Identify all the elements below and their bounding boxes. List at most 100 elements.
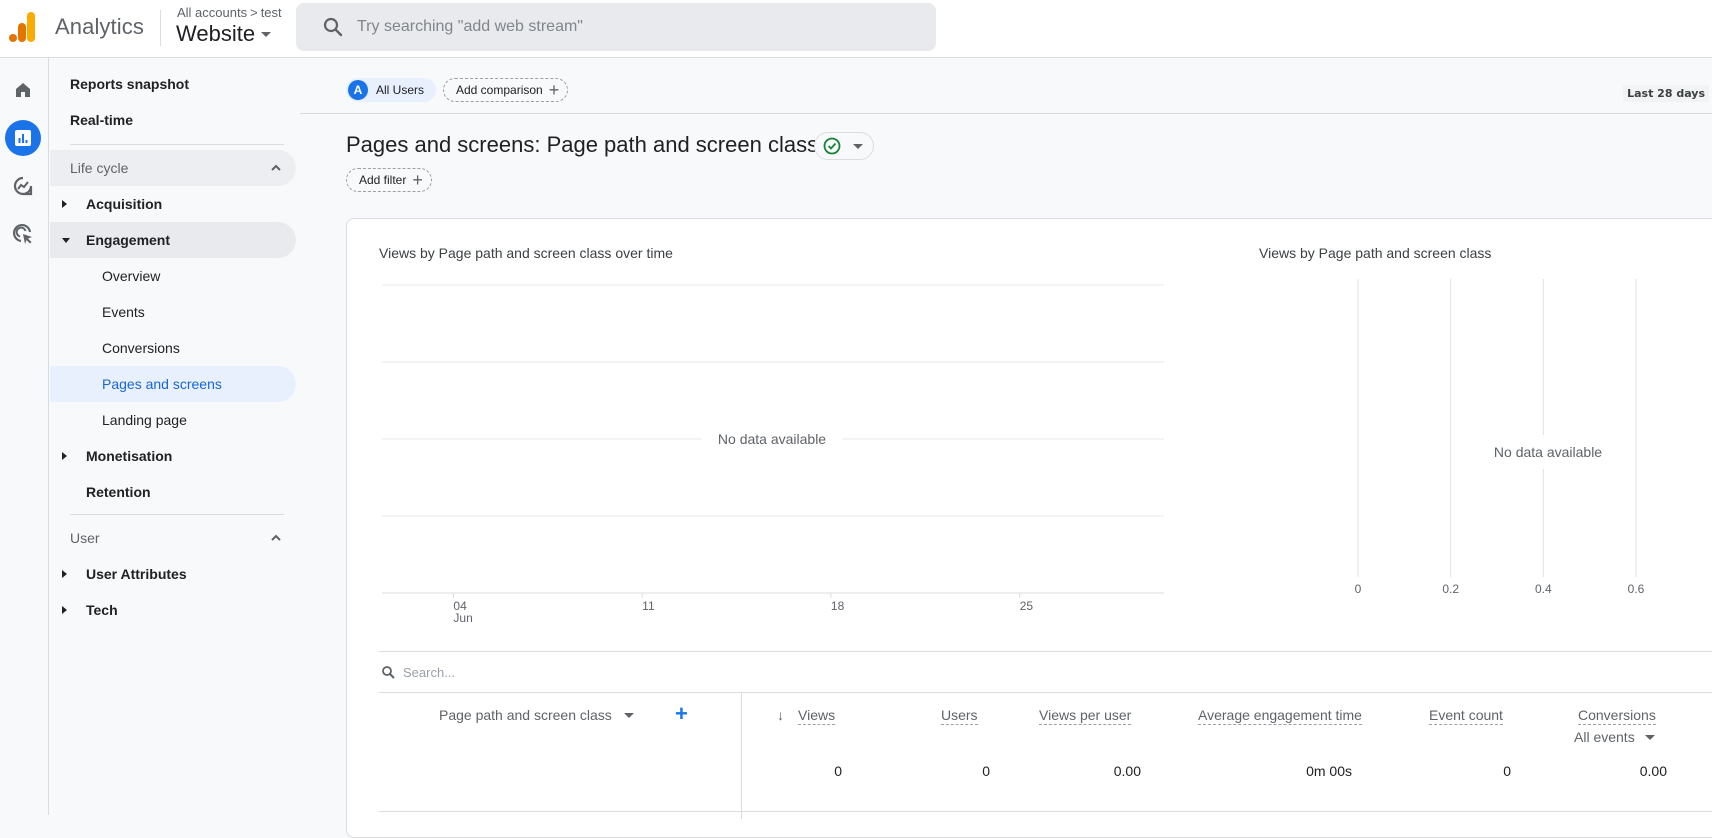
nav-label: Landing page [102, 412, 187, 428]
nav-label: Engagement [86, 232, 171, 248]
add-filter-button[interactable]: Add filter + [346, 168, 432, 192]
rail-reports[interactable] [5, 120, 41, 156]
line-chart-x-tick-label: 18 [831, 599, 845, 613]
nav-label: Monetisation [86, 448, 173, 464]
add-filter-label: Add filter [359, 173, 407, 187]
table-search[interactable] [379, 651, 1712, 693]
breadcrumb-account[interactable]: test [261, 5, 282, 20]
total-views-per-user: 0.00 [1113, 763, 1141, 779]
chevron-up-icon [271, 534, 281, 541]
nav-engagement-pages-and-screens[interactable]: Pages and screens [50, 366, 296, 402]
add-comparison-button[interactable]: Add comparison + [443, 78, 569, 102]
nav-section-label: User [70, 530, 100, 546]
nav-divider [70, 144, 284, 145]
property-selector[interactable]: Website [176, 21, 272, 47]
caret-down-icon [853, 143, 863, 149]
nav-label: Acquisition [86, 196, 163, 212]
nav-label: Real-time [70, 112, 134, 128]
caret-down-icon [261, 31, 272, 37]
line-chart-x-tick-sublabel: Jun [453, 611, 472, 625]
search-icon [323, 17, 343, 37]
conversions-event-selector[interactable]: All events [1574, 729, 1655, 745]
nav-section-lifecycle[interactable]: Life cycle [50, 150, 296, 186]
chevron-up-icon [271, 164, 281, 171]
dimension-column: Page path and screen class + [379, 693, 742, 819]
expand-arrow-icon [62, 570, 67, 578]
nav-engagement[interactable]: Engagement [50, 222, 296, 258]
bar-chart-no-data-label: No data available [1494, 444, 1602, 460]
app-name: Analytics [55, 14, 144, 39]
breadcrumb-all-accounts[interactable]: All accounts [177, 5, 247, 20]
column-header-views[interactable]: Views [798, 707, 836, 725]
bar-chart-x-tick-label: 0.2 [1442, 582, 1459, 596]
nav-section-user[interactable]: User [50, 520, 296, 556]
bar-chart-icon [15, 130, 31, 146]
table-search-input[interactable] [403, 664, 803, 680]
add-dimension-button[interactable]: + [675, 701, 688, 727]
date-range-selector[interactable]: Last 28 days [1623, 85, 1709, 102]
sort-desc-icon: ↓ [777, 707, 784, 723]
nav-tech[interactable]: Tech [50, 592, 296, 628]
global-search-input[interactable] [357, 18, 917, 36]
total-avg-engagement-time: 0m 00s [1306, 763, 1352, 779]
nav-retention[interactable]: Retention [50, 474, 296, 510]
column-header-avg-engagement-time[interactable]: Average engagement time [1198, 707, 1362, 725]
nav-section-label: Life cycle [70, 160, 129, 176]
report-status-button[interactable] [814, 132, 874, 160]
rail-explore[interactable] [5, 168, 41, 204]
line-chart-x-tick-label: 25 [1020, 599, 1034, 613]
caret-down-icon [623, 712, 634, 718]
expand-arrow-icon [62, 452, 67, 460]
nav-engagement-overview[interactable]: Overview [50, 258, 296, 294]
explore-trend-icon [13, 176, 33, 196]
bar-chart-x-tick-label: 0.6 [1628, 582, 1645, 596]
segment-chip-all-users[interactable]: A All Users [346, 78, 437, 102]
expand-arrow-icon [62, 606, 67, 614]
column-header-conversions[interactable]: Conversions [1578, 707, 1656, 725]
nav-reports-snapshot[interactable]: Reports snapshot [50, 66, 296, 102]
header-divider [160, 10, 161, 46]
nav-label: Conversions [102, 340, 180, 356]
analytics-logo-icon[interactable] [8, 11, 38, 43]
home-icon [16, 83, 30, 97]
line-chart-x-tick-label: 11 [642, 599, 655, 613]
rail-home[interactable] [5, 72, 41, 108]
nav-engagement-conversions[interactable]: Conversions [50, 330, 296, 366]
nav-monetisation[interactable]: Monetisation [50, 438, 296, 474]
caret-down-icon [1644, 734, 1655, 740]
nav-label: Pages and screens [102, 376, 222, 392]
conversions-event-label: All events [1574, 729, 1635, 745]
dimension-header-label: Page path and screen class [439, 707, 612, 723]
nav-engagement-events[interactable]: Events [50, 294, 296, 330]
search-icon [382, 666, 395, 679]
dimension-selector[interactable]: Page path and screen class [439, 707, 634, 723]
breadcrumb[interactable]: All accounts > test [177, 5, 282, 20]
expand-arrow-icon [62, 200, 67, 208]
total-views: 0 [834, 763, 842, 779]
segment-label: All Users [376, 83, 425, 97]
property-name: Website [176, 21, 256, 46]
column-header-views-per-user[interactable]: Views per user [1039, 707, 1132, 725]
rail-advertising[interactable] [5, 216, 41, 252]
column-header-users[interactable]: Users [941, 707, 978, 725]
chevron-right-icon: > [250, 5, 258, 20]
nav-engagement-landing-page[interactable]: Landing page [50, 402, 296, 438]
table-divider [379, 811, 1712, 812]
charts-svg: No data available04Jun11 18 250 0.2 0.4 0.6No… [382, 279, 1645, 625]
line-chart-no-data-label: No data available [718, 431, 826, 447]
plus-icon: + [548, 80, 560, 100]
nav-realtime[interactable]: Real-time [50, 102, 296, 138]
nav-user-attributes[interactable]: User Attributes [50, 556, 296, 592]
nav-acquisition[interactable]: Acquisition [50, 186, 296, 222]
total-event-count: 0 [1503, 763, 1511, 779]
bar-chart-x-tick-label: 0.4 [1535, 582, 1552, 596]
nav-label: User Attributes [86, 566, 187, 582]
comparison-toolbar: A All Users Add comparison + Last 28 day… [300, 58, 1712, 114]
nav-label: Reports snapshot [70, 76, 190, 92]
nav-label: Overview [102, 268, 161, 284]
global-search[interactable] [296, 3, 936, 51]
total-users: 0 [982, 763, 990, 779]
segment-avatar: A [348, 80, 368, 100]
column-header-event-count[interactable]: Event count [1429, 707, 1503, 725]
add-comparison-label: Add comparison [456, 83, 543, 97]
